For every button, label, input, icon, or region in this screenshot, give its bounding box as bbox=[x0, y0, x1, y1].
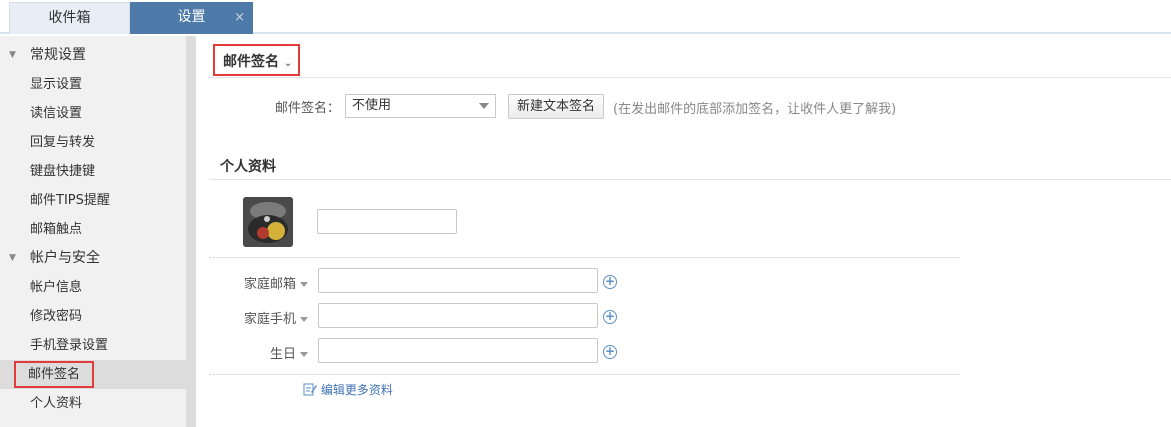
chevron-down-icon bbox=[300, 282, 308, 287]
nickname-input[interactable] bbox=[317, 209, 457, 234]
signature-select-value: 不使用 bbox=[352, 98, 392, 113]
sidebar-item-label: 个人资料 bbox=[30, 396, 83, 411]
field-label-text: 生日 bbox=[269, 347, 296, 362]
sidebar-item-label: 回复与转发 bbox=[30, 135, 96, 150]
sidebar-group-label: 帐户与安全 bbox=[30, 250, 100, 266]
sidebar-group-label: 常规设置 bbox=[30, 47, 86, 63]
signature-hint: (在发出邮件的底部添加签名，让收件人更了解我) bbox=[613, 102, 897, 117]
edit-icon bbox=[303, 383, 317, 396]
home-email-input[interactable] bbox=[318, 268, 598, 293]
birthday-label[interactable]: 生日 bbox=[228, 343, 308, 362]
chevron-down-icon bbox=[300, 317, 308, 322]
signature-label: 邮件签名： bbox=[274, 101, 340, 116]
divider bbox=[209, 257, 959, 258]
tab-inbox-label: 收件箱 bbox=[48, 10, 91, 26]
tab-settings[interactable]: 设置 × bbox=[130, 2, 253, 34]
edit-more-profile-link[interactable]: 编辑更多资料 bbox=[303, 381, 393, 398]
sidebar-item-label: 邮箱触点 bbox=[30, 222, 83, 237]
home-phone-input[interactable] bbox=[318, 303, 598, 328]
signature-section-title[interactable]: 邮件签名 ⌄ bbox=[213, 44, 301, 76]
edit-more-profile-text: 编辑更多资料 bbox=[320, 383, 393, 397]
sidebar-item-profile[interactable]: 个人资料 bbox=[0, 389, 186, 418]
sidebar-item-shortcuts[interactable]: 键盘快捷键 bbox=[0, 157, 186, 186]
sidebar-item-reply-forward[interactable]: 回复与转发 bbox=[0, 128, 186, 157]
new-text-signature-button[interactable]: 新建文本签名 bbox=[508, 94, 604, 119]
signature-header bbox=[209, 36, 1171, 78]
sidebar-item-label: 修改密码 bbox=[30, 309, 83, 324]
settings-sidebar: ▼ 常规设置 显示设置 读信设置 回复与转发 键盘快捷键 邮件TIPS提醒 邮箱… bbox=[0, 36, 186, 427]
add-icon[interactable]: + bbox=[603, 275, 617, 289]
collapse-caret-icon: ▼ bbox=[9, 253, 16, 263]
dropdown-arrow-icon bbox=[479, 103, 489, 109]
signature-select[interactable]: 不使用 bbox=[345, 94, 496, 118]
add-icon[interactable]: + bbox=[603, 345, 617, 359]
add-icon[interactable]: + bbox=[603, 310, 617, 324]
sidebar-item-touchpoints[interactable]: 邮箱触点 bbox=[0, 215, 186, 244]
sidebar-item-label: 邮件签名 bbox=[14, 361, 95, 388]
avatar[interactable] bbox=[243, 197, 293, 247]
sidebar-item-label: 帐户信息 bbox=[30, 280, 83, 295]
sidebar-item-phone-login[interactable]: 手机登录设置 bbox=[0, 331, 186, 360]
divider bbox=[209, 374, 959, 375]
home-email-label[interactable]: 家庭邮箱 bbox=[228, 273, 308, 292]
field-label-text: 家庭邮箱 bbox=[243, 277, 296, 292]
birthday-input[interactable] bbox=[318, 338, 598, 363]
profile-header bbox=[209, 152, 1171, 180]
avatar-image bbox=[243, 197, 293, 247]
sidebar-item-signature[interactable]: 邮件签名 bbox=[0, 360, 186, 389]
profile-section-title: 个人资料 bbox=[220, 159, 276, 175]
sidebar-item-label: 手机登录设置 bbox=[30, 338, 109, 353]
chevron-down-icon bbox=[300, 352, 308, 357]
sidebar-item-change-password[interactable]: 修改密码 bbox=[0, 302, 186, 331]
sidebar-item-label: 读信设置 bbox=[30, 106, 83, 121]
sidebar-item-tips[interactable]: 邮件TIPS提醒 bbox=[0, 186, 186, 215]
tab-bar: 收件箱 设置 × bbox=[0, 0, 1171, 34]
sidebar-item-display[interactable]: 显示设置 bbox=[0, 70, 186, 99]
field-label-text: 家庭手机 bbox=[243, 312, 296, 327]
sidebar-scrollbar[interactable] bbox=[186, 36, 196, 427]
collapse-caret-icon: ▼ bbox=[9, 50, 16, 60]
tab-settings-label: 设置 bbox=[177, 9, 206, 25]
sidebar-item-account-info[interactable]: 帐户信息 bbox=[0, 273, 186, 302]
sidebar-item-label: 显示设置 bbox=[30, 77, 83, 92]
chevron-down-icon: ⌄ bbox=[283, 58, 293, 69]
sidebar-group-account[interactable]: ▼ 帐户与安全 bbox=[0, 244, 186, 273]
sidebar-item-label: 邮件TIPS提醒 bbox=[30, 193, 110, 208]
sidebar-group-general[interactable]: ▼ 常规设置 bbox=[0, 41, 186, 70]
tab-inbox[interactable]: 收件箱 bbox=[9, 2, 130, 34]
signature-title-text: 邮件签名 bbox=[223, 54, 279, 70]
sidebar-item-reading[interactable]: 读信设置 bbox=[0, 99, 186, 128]
sidebar-item-label: 键盘快捷键 bbox=[30, 164, 96, 179]
home-phone-label[interactable]: 家庭手机 bbox=[228, 308, 308, 327]
close-icon[interactable]: × bbox=[234, 2, 245, 33]
